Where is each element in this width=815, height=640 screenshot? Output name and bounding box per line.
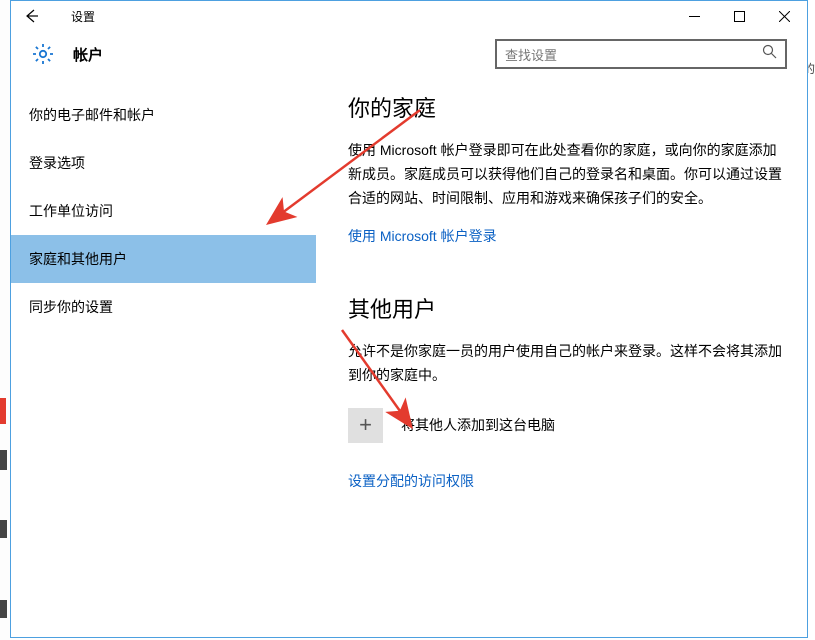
sidebar-item-label: 工作单位访问	[29, 201, 113, 221]
window-controls	[672, 1, 807, 31]
partial-text-fragment	[0, 450, 7, 470]
content-area: 你的家庭 使用 Microsoft 帐户登录即可在此处查看你的家庭，或向你的家庭…	[316, 77, 807, 637]
add-other-user-label: 将其他人添加到这台电脑	[401, 415, 555, 435]
signin-microsoft-link[interactable]: 使用 Microsoft 帐户登录	[348, 226, 497, 246]
others-heading: 其他用户	[348, 292, 783, 324]
search-input[interactable]: 查找设置	[495, 39, 787, 69]
sidebar-item-family-other-users[interactable]: 家庭和其他用户	[11, 235, 316, 283]
settings-window: 设置 帐户 查找设置 你的电子邮件和帐户 登录选项	[10, 0, 808, 638]
sidebar: 你的电子邮件和帐户 登录选项 工作单位访问 家庭和其他用户 同步你的设置	[11, 77, 316, 637]
body: 你的电子邮件和帐户 登录选项 工作单位访问 家庭和其他用户 同步你的设置 你的家…	[11, 77, 807, 637]
plus-icon: +	[348, 408, 383, 443]
minimize-button[interactable]	[672, 1, 717, 31]
family-heading: 你的家庭	[348, 91, 783, 123]
sidebar-item-sync-settings[interactable]: 同步你的设置	[11, 283, 316, 331]
sidebar-item-email-accounts[interactable]: 你的电子邮件和帐户	[11, 91, 316, 139]
partial-red-fragment	[0, 398, 6, 424]
search-icon	[762, 44, 777, 64]
partial-text-fragment	[0, 600, 7, 618]
gear-icon	[31, 42, 55, 66]
sidebar-item-signin-options[interactable]: 登录选项	[11, 139, 316, 187]
close-icon	[779, 11, 790, 22]
page-title: 帐户	[73, 44, 103, 65]
family-description: 使用 Microsoft 帐户登录即可在此处查看你的家庭，或向你的家庭添加新成员…	[348, 139, 783, 210]
close-button[interactable]	[762, 1, 807, 31]
window-title: 设置	[71, 8, 95, 25]
header-row: 帐户 查找设置	[11, 31, 807, 77]
back-button[interactable]	[11, 1, 51, 31]
sidebar-item-label: 同步你的设置	[29, 297, 113, 317]
search-placeholder: 查找设置	[505, 45, 557, 64]
maximize-button[interactable]	[717, 1, 762, 31]
titlebar: 设置	[11, 1, 807, 31]
others-description: 允许不是你家庭一员的用户使用自己的帐户来登录。这样不会将其添加到你的家庭中。	[348, 340, 783, 388]
add-other-user-row[interactable]: + 将其他人添加到这台电脑	[348, 408, 783, 443]
minimize-icon	[689, 11, 700, 22]
assigned-access-link[interactable]: 设置分配的访问权限	[348, 471, 474, 491]
sidebar-item-work-access[interactable]: 工作单位访问	[11, 187, 316, 235]
left-background-strip	[0, 0, 10, 640]
arrow-left-icon	[22, 7, 40, 25]
sidebar-item-label: 你的电子邮件和帐户	[29, 105, 155, 125]
sidebar-item-label: 登录选项	[29, 153, 85, 173]
sidebar-item-label: 家庭和其他用户	[29, 249, 127, 269]
maximize-icon	[734, 11, 745, 22]
partial-text-fragment	[0, 520, 7, 538]
